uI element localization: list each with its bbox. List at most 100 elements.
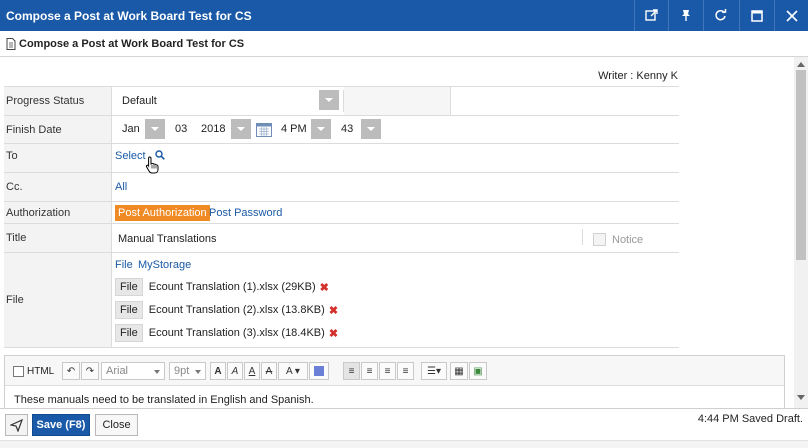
bottom-bar [0,440,808,448]
file-name[interactable]: Ecount Translation (1).xlsx (29KB) [149,281,316,293]
editor-toolbar: HTML ↶ ↷ Arial 9pt A A A A A ▾ ≡ ≡ ≡ ≡ ☰… [5,356,784,386]
file-name[interactable]: Ecount Translation (2).xlsx (13.8KB) [149,304,325,316]
day-value: 03 [175,123,188,135]
chevron-down-icon [195,370,201,374]
delete-icon[interactable]: ✖ [329,304,338,317]
align-center-button[interactable]: ≡ [361,362,378,380]
font-size-select[interactable]: 9pt [169,362,206,380]
align-left-button[interactable]: ≡ [343,362,360,380]
background-color-button[interactable] [309,362,329,380]
align-left-icon: ≡ [348,365,355,377]
html-mode-checkbox[interactable] [13,366,24,377]
pin-button[interactable] [668,0,702,31]
chevron-down-icon [154,370,160,374]
font-family-select[interactable]: Arial [101,362,165,380]
numbered-list-icon: ☰▾ [427,365,441,377]
rich-text-editor: HTML ↶ ↷ Arial 9pt A A A A A ▾ ≡ ≡ ≡ ≡ ☰… [4,355,785,408]
justify-icon: ≡ [402,365,409,377]
file-name[interactable]: Ecount Translation (3).xlsx (18.4KB) [149,327,325,339]
delete-icon[interactable]: ✖ [329,327,338,340]
progress-status-value: Default [122,95,157,107]
open-external-button[interactable] [634,0,668,31]
year-value: 2018 [201,123,226,135]
align-center-icon: ≡ [366,365,373,377]
year-dropdown[interactable] [231,119,251,139]
post-authorization-button[interactable]: Post Authorization [115,205,210,221]
align-right-icon: ≡ [384,365,391,377]
insert-table-button[interactable]: ▦ [450,362,468,380]
mystorage-link[interactable]: MyStorage [138,259,191,271]
undo-button[interactable]: ↶ [62,362,80,380]
title-row: Title Manual Translations Notice [4,224,679,253]
notice-label: Notice [612,234,644,246]
refresh-icon [715,9,727,21]
send-button[interactable] [5,414,28,436]
delete-icon[interactable]: ✖ [320,281,329,294]
strikethrough-button[interactable]: A [261,362,277,380]
finish-date-row: Finish Date Jan 03 2018 4 PM 43 [4,116,679,144]
cc-label: Cc. [4,173,112,201]
strikethrough-icon: A [265,365,273,377]
redo-button[interactable]: ↷ [81,362,99,380]
window-titlebar: Compose a Post at Work Board Test for CS [0,0,808,31]
notice-checkbox[interactable] [593,233,606,246]
divider [582,229,583,245]
send-icon [10,418,23,432]
minute-value: 43 [341,123,354,135]
month-dropdown[interactable] [145,119,165,139]
scrollbar-thumb[interactable] [796,70,806,260]
list-button[interactable]: ☰▾ [421,362,447,380]
font-color-button[interactable]: A ▾ [278,362,308,380]
scroll-down-icon[interactable] [797,395,805,400]
file-label: File [4,253,112,347]
scroll-up-icon[interactable] [797,62,805,67]
bold-button[interactable]: A [210,362,226,380]
save-button[interactable]: Save (F8) [32,414,90,436]
close-icon [785,9,798,22]
window-title: Compose a Post at Work Board Test for CS [6,9,252,23]
minute-dropdown[interactable] [361,119,381,139]
post-password-link[interactable]: Post Password [209,207,282,219]
insert-image-button[interactable]: ▣ [469,362,487,380]
maximize-icon [750,9,763,22]
progress-status-select[interactable]: Default [115,90,344,112]
page-header: Compose a Post at Work Board Test for CS [0,31,808,57]
title-input[interactable]: Manual Translations [118,233,216,245]
file-tag: File [115,278,143,296]
title-label: Title [4,224,112,252]
chevron-down-icon[interactable] [319,90,339,110]
progress-status-label: Progress Status [4,87,112,115]
refresh-button[interactable] [703,0,737,31]
file-row: File File MyStorage File Ecount Translat… [4,253,679,348]
file-item: File Ecount Translation (2).xlsx (13.8KB… [115,301,338,319]
underline-icon: A [248,365,256,377]
editor-body[interactable]: These manuals need to be translated in E… [14,394,314,406]
finish-date-label: Finish Date [4,116,112,143]
file-item: File Ecount Translation (1).xlsx (29KB) … [115,278,329,296]
maximize-button[interactable] [739,0,773,31]
italic-button[interactable]: A [227,362,243,380]
progress-status-row: Progress Status Default [4,87,679,116]
close-button[interactable]: Close [95,414,138,436]
hand-cursor-icon [145,156,159,174]
draft-status: 4:44 PM Saved Draft. [697,413,803,425]
hour-dropdown[interactable] [311,119,331,139]
footer-toolbar: Save (F8) Close 4:44 PM Saved Draft. [0,408,808,448]
page-title: Compose a Post at Work Board Test for CS [19,38,245,50]
document-icon [6,38,16,50]
align-right-button[interactable]: ≡ [379,362,396,380]
close-window-button[interactable] [774,0,808,31]
vertical-scrollbar[interactable] [794,57,808,408]
underline-button[interactable]: A [244,362,260,380]
undo-icon: ↶ [66,365,76,377]
file-tag: File [115,324,143,342]
justify-button[interactable]: ≡ [397,362,414,380]
compose-form-area: Writer : Kenny K Progress Status Default… [0,57,794,408]
file-link[interactable]: File [115,259,133,271]
authorization-row: Authorization Post Authorization Post Pa… [4,202,679,224]
file-item: File Ecount Translation (3).xlsx (18.4KB… [115,324,338,342]
calendar-icon[interactable] [256,122,272,137]
select-recipients-link[interactable]: Select [115,150,146,162]
highlight-icon [314,366,324,376]
cc-all-link[interactable]: All [115,181,127,193]
